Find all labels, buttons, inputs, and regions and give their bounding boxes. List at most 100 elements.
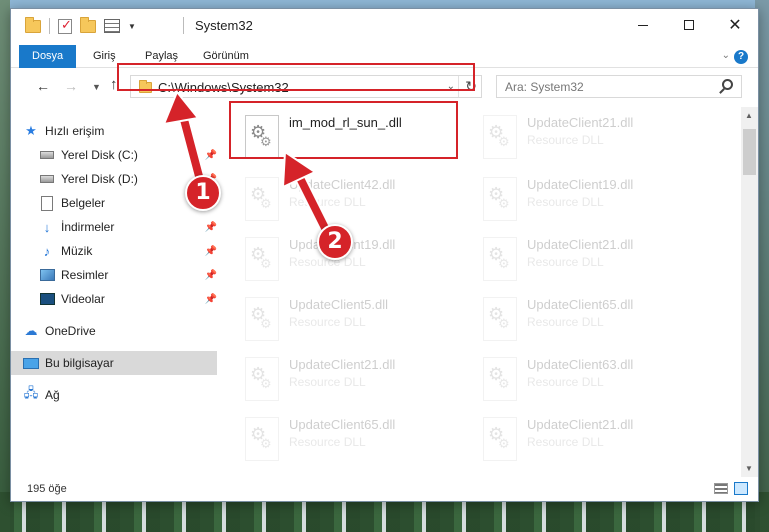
details-view-icon[interactable] [714, 483, 728, 494]
minimize-button[interactable] [620, 9, 666, 41]
drive-icon [39, 147, 55, 163]
videos-icon [39, 291, 55, 307]
pin-icon[interactable]: 📌 [205, 294, 217, 305]
sidebar-item-local-disk-c[interactable]: Yerel Disk (C:) 📌 [11, 143, 217, 167]
star-icon: ★ [25, 123, 37, 138]
search-box[interactable]: Ara: System32 [496, 75, 742, 98]
scroll-down-arrow-icon[interactable]: ▼ [745, 464, 753, 473]
close-icon: ✕ [728, 17, 742, 34]
dll-file-icon [483, 417, 517, 461]
sidebar-item-pictures[interactable]: Resimler 📌 [11, 263, 217, 287]
dll-file-icon [483, 357, 517, 401]
expand-ribbon-chevron-icon[interactable]: ⌄ [722, 50, 730, 61]
sidebar-item-music[interactable]: ♪ Müzik 📌 [11, 239, 217, 263]
dll-file-icon [483, 115, 517, 159]
sidebar-item-quick-access[interactable]: ★ Hızlı erişim [11, 119, 217, 143]
sidebar-item-this-pc[interactable]: Bu bilgisayar [11, 351, 217, 375]
sidebar-item-label: Ağ [45, 388, 60, 402]
file-name: UpdateClient21.dll [289, 357, 396, 372]
file-description: Resource DLL [527, 195, 604, 209]
tiles-view-icon[interactable] [734, 482, 748, 495]
sidebar-item-label: İndirmeler [61, 220, 115, 234]
minimize-icon [638, 24, 648, 26]
dll-file-icon [245, 237, 279, 281]
sidebar-item-label: Yerel Disk (D:) [61, 172, 138, 186]
quick-access-toolbar: ▼ [25, 16, 136, 34]
navigation-pane: ★ Hızlı erişim Yerel Disk (C:) 📌 Yerel D… [11, 107, 219, 477]
window-title: System32 [195, 18, 253, 33]
pin-icon[interactable]: 📌 [205, 270, 217, 281]
scroll-up-arrow-icon[interactable]: ▲ [745, 111, 753, 120]
dll-file-icon [245, 297, 279, 341]
cloud-icon: ☁ [24, 323, 38, 338]
documents-icon [39, 195, 55, 211]
sidebar-item-onedrive[interactable]: ☁ OneDrive [11, 319, 217, 343]
sidebar-item-label: Hızlı erişim [45, 124, 105, 138]
search-icon[interactable] [722, 79, 733, 90]
sidebar-item-videos[interactable]: Videolar 📌 [11, 287, 217, 311]
file-description: Resource DLL [289, 375, 366, 389]
pin-icon[interactable]: 📌 [205, 150, 217, 161]
properties-icon[interactable] [104, 19, 120, 33]
maximize-icon [684, 20, 694, 30]
recent-locations-dropdown[interactable]: ▼ [92, 82, 101, 92]
file-item[interactable]: UpdateClient19.dll Resource DLL [471, 171, 701, 227]
pin-icon[interactable]: 📌 [205, 222, 217, 233]
close-button[interactable]: ✕ [712, 9, 758, 41]
title-bar: ▼ System32 ✕ [11, 9, 758, 41]
file-item[interactable]: UpdateClient65.dll Resource DLL [233, 411, 463, 467]
file-description: Resource DLL [527, 133, 604, 147]
file-description: Resource DLL [527, 255, 604, 269]
drive-icon [39, 171, 55, 187]
sidebar-item-label: OneDrive [45, 324, 96, 338]
dll-file-icon [483, 297, 517, 341]
new-folder-icon[interactable] [80, 16, 96, 33]
file-item[interactable]: UpdateClient5.dll Resource DLL [233, 291, 463, 347]
desktop-background-left [0, 0, 10, 532]
file-item[interactable]: UpdateClient63.dll Resource DLL [471, 351, 701, 407]
file-name: UpdateClient19.dll [527, 177, 634, 192]
pin-icon[interactable]: 📌 [205, 246, 217, 257]
download-icon: ↓ [43, 219, 51, 235]
customize-toolbar-dropdown[interactable]: ▼ [128, 22, 136, 31]
file-name: UpdateClient42.dll [289, 177, 396, 192]
file-item[interactable]: UpdateClient21.dll Resource DLL [471, 231, 701, 287]
step-1-badge: 1 [185, 175, 221, 211]
file-description: Resource DLL [289, 195, 366, 209]
file-item[interactable]: UpdateClient65.dll Resource DLL [471, 291, 701, 347]
file-description: Resource DLL [527, 435, 604, 449]
file-name: UpdateClient21.dll [527, 115, 634, 130]
address-highlight-box [117, 63, 475, 91]
maximize-button[interactable] [666, 9, 712, 41]
tab-file[interactable]: Dosya [19, 45, 77, 68]
file-name: UpdateClient21.dll [527, 417, 634, 432]
file-item[interactable]: UpdateClient21.dll Resource DLL [233, 351, 463, 407]
file-name: UpdateClient5.dll [289, 297, 389, 312]
vertical-scrollbar[interactable]: ▲ ▼ [741, 107, 758, 477]
file-description: Resource DLL [527, 375, 604, 389]
help-icon[interactable]: ? [734, 50, 748, 64]
file-item[interactable]: UpdateClient21.dll Resource DLL [471, 109, 701, 165]
computer-icon [23, 355, 39, 371]
file-item[interactable]: UpdateClient21.dll Resource DLL [471, 411, 701, 467]
search-placeholder[interactable]: Ara: System32 [505, 80, 584, 94]
file-description: Resource DLL [289, 435, 366, 449]
back-arrow-icon[interactable]: ← [36, 78, 50, 94]
file-list: im_mod_rl_sun_.dll UpdateClient21.dll Re… [229, 107, 737, 475]
sidebar-item-label: Belgeler [61, 196, 106, 210]
forward-arrow-icon[interactable]: → [64, 78, 78, 94]
folder-icon[interactable] [25, 16, 41, 33]
file-name: UpdateClient21.dll [527, 237, 634, 252]
toolbar-separator [49, 18, 50, 34]
file-item[interactable]: UpdateClient42.dll Resource DLL [233, 171, 463, 227]
scrollbar-thumb[interactable] [743, 129, 756, 175]
sidebar-item-downloads[interactable]: ↓ İndirmeler 📌 [11, 215, 217, 239]
sidebar-item-label: Videolar [61, 292, 105, 306]
step-2-badge: 2 [317, 224, 353, 260]
dll-file-icon [245, 177, 279, 221]
file-name: UpdateClient65.dll [289, 417, 396, 432]
properties-check-icon[interactable] [58, 17, 72, 34]
sidebar-item-label: Yerel Disk (C:) [61, 148, 138, 162]
music-icon: ♪ [43, 243, 51, 259]
sidebar-item-network[interactable]: 🖧 Ağ [11, 383, 217, 407]
